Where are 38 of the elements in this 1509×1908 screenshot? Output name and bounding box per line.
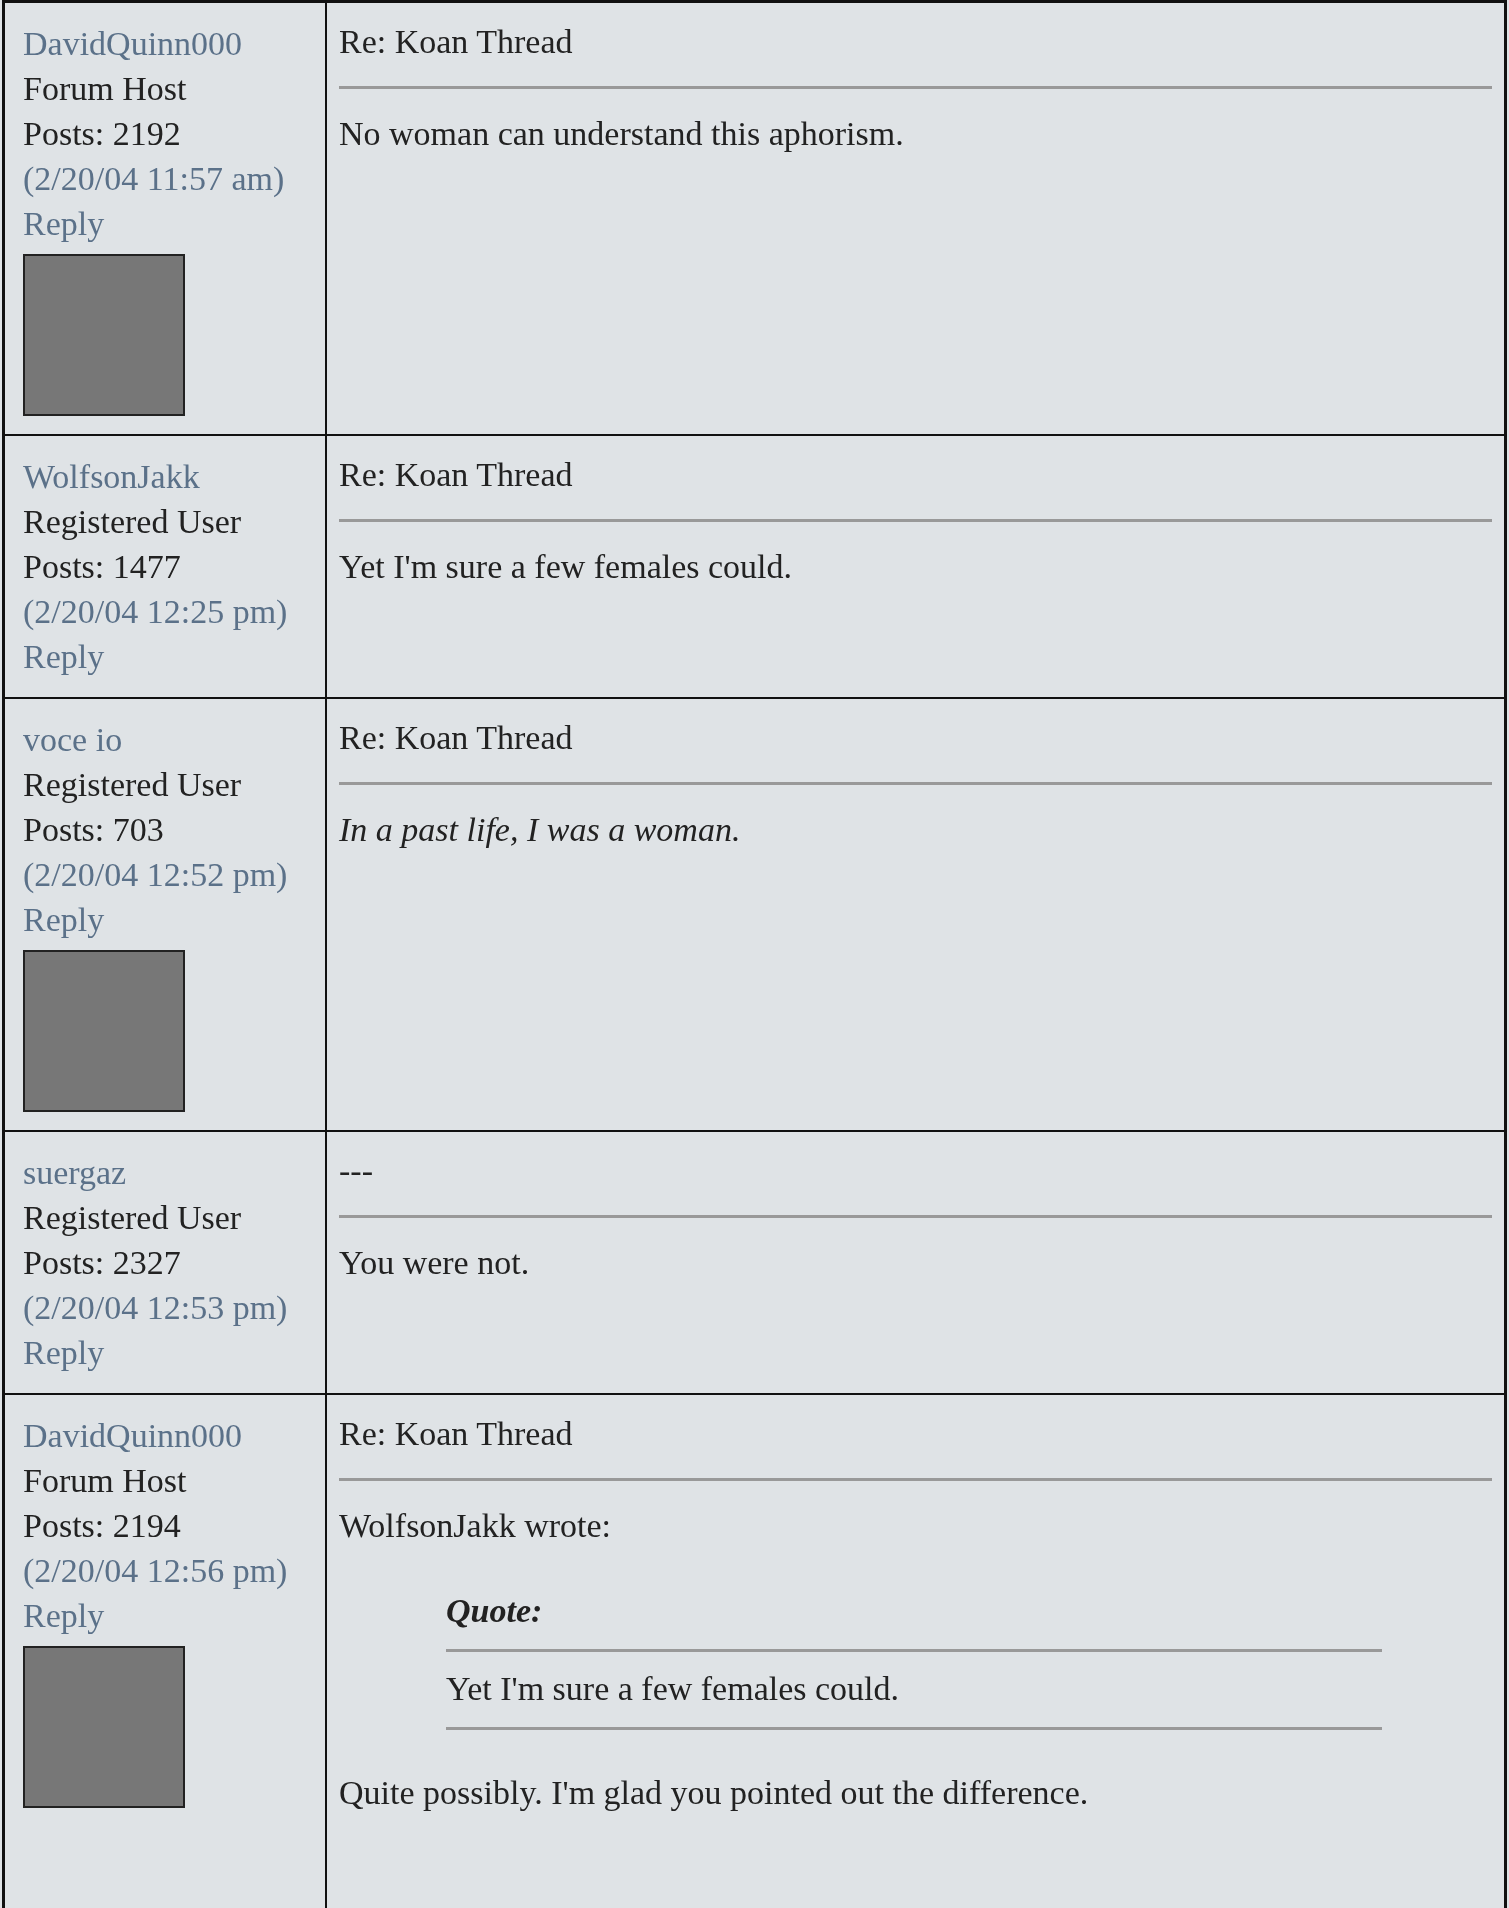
- post-count: Posts: 2192: [23, 114, 182, 154]
- post-text: You were not.: [339, 1243, 531, 1283]
- post-subject: Re: Koan Thread: [339, 718, 574, 758]
- post-text: WolfsonJakk wrote:: [339, 1506, 613, 1546]
- author-link[interactable]: suergaz: [23, 1150, 315, 1195]
- user-rank: Registered User: [23, 765, 243, 805]
- reply-link[interactable]: Reply: [23, 634, 315, 679]
- quote-text: Yet I'm sure a few females could.: [446, 1669, 901, 1709]
- post-count: Posts: 2194: [23, 1506, 182, 1546]
- post-text: No woman can understand this aphorism.: [339, 114, 905, 154]
- post-date-link[interactable]: (2/20/04 12:53 pm): [23, 1285, 315, 1330]
- post-text: In a past life, I was a woman.: [339, 810, 742, 850]
- author-link[interactable]: voce io: [23, 717, 315, 762]
- reply-link[interactable]: Reply: [23, 1330, 315, 1375]
- post-count: Posts: 1477: [23, 547, 182, 587]
- user-rank: Forum Host: [23, 1461, 188, 1501]
- reply-link[interactable]: Reply: [23, 897, 315, 942]
- post-text: Quite possibly. I'm glad you pointed out the difference.: [339, 1773, 1090, 1813]
- author-link[interactable]: DavidQuinn000: [23, 1413, 315, 1458]
- user-rank: Registered User: [23, 502, 243, 542]
- post-text: Yet I'm sure a few females could.: [339, 547, 794, 587]
- post-subject: ---: [339, 1151, 374, 1191]
- post-date-link[interactable]: (2/20/04 12:52 pm): [23, 852, 315, 897]
- author-link[interactable]: DavidQuinn000: [23, 21, 315, 66]
- post-count: Posts: 703: [23, 810, 165, 850]
- reply-link[interactable]: Reply: [23, 1593, 315, 1638]
- post-date-link[interactable]: (2/20/04 12:56 pm): [23, 1548, 315, 1593]
- user-rank: Registered User: [23, 1198, 243, 1238]
- post-subject: Re: Koan Thread: [339, 455, 574, 495]
- reply-link[interactable]: Reply: [23, 201, 315, 246]
- post-subject: Re: Koan Thread: [339, 22, 574, 62]
- post-date-link[interactable]: (2/20/04 12:25 pm): [23, 589, 315, 634]
- author-link[interactable]: WolfsonJakk: [23, 454, 315, 499]
- post-count: Posts: 2327: [23, 1243, 182, 1283]
- post-date-link[interactable]: (2/20/04 11:57 am): [23, 156, 315, 201]
- user-rank: Forum Host: [23, 69, 188, 109]
- quote-label: Quote:: [446, 1591, 544, 1631]
- post-subject: Re: Koan Thread: [339, 1414, 574, 1454]
